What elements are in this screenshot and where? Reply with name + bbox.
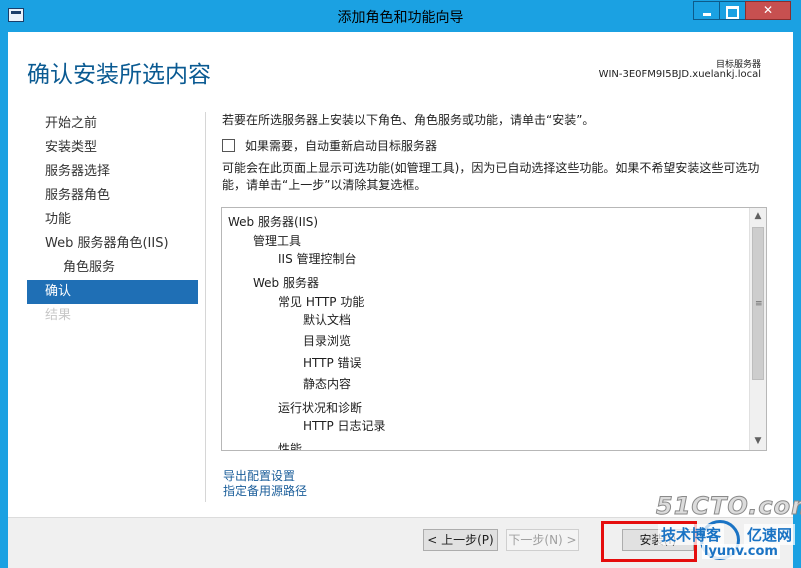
window-title: 添加角色和功能向导 — [337, 10, 464, 26]
tree-item: 静态内容 — [303, 377, 352, 391]
tree-item: 常见 HTTP 功能 — [278, 295, 365, 309]
watermark-brand: 51CTO.com — [655, 492, 801, 521]
listbox-scrollbar[interactable]: ▲ ≡ ▼ — [749, 208, 766, 450]
nav-item-web-server-role[interactable]: Web 服务器角色(IIS) — [27, 232, 198, 256]
scrollbar-thumb[interactable]: ≡ — [752, 227, 764, 380]
nav-item-server-roles[interactable]: 服务器角色 — [27, 184, 198, 208]
tree-item: HTTP 日志记录 — [303, 419, 386, 433]
close-icon: ✕ — [762, 3, 774, 17]
nav-item-confirmation[interactable]: 确认 — [27, 280, 198, 304]
optional-features-note: 可能会在此页面上显示可选功能(如管理工具)，因为已自动选择这些功能。如果不希望安… — [222, 161, 760, 192]
restart-option[interactable]: 如果需要，自动重新启动目标服务器 — [222, 137, 437, 154]
alternate-source-link[interactable]: 指定备用源路径 — [223, 482, 307, 499]
tree-item: 管理工具 — [253, 234, 302, 248]
maximize-button[interactable] — [719, 1, 746, 20]
minimize-button[interactable] — [693, 1, 720, 20]
restart-checkbox-label[interactable]: 如果需要，自动重新启动目标服务器 — [245, 137, 437, 154]
nav-item-results: 结果 — [45, 308, 72, 323]
scroll-up-icon[interactable]: ▲ — [750, 208, 766, 225]
next-button: 下一步(N) > — [506, 529, 579, 551]
title-bar: 添加角色和功能向导 ✕ — [0, 0, 801, 32]
close-button[interactable]: ✕ — [745, 1, 791, 20]
wizard-nav: 开始之前 安装类型 服务器选择 服务器角色 功能 Web 服务器角色(IIS) … — [27, 112, 198, 328]
grip-icon: ≡ — [755, 299, 763, 309]
maximize-icon — [720, 3, 745, 19]
nav-item-before-you-begin[interactable]: 开始之前 — [27, 112, 198, 136]
nav-item-role-services[interactable]: 角色服务 — [27, 256, 198, 280]
tree-item: HTTP 错误 — [303, 356, 362, 370]
selection-listbox[interactable]: Web 服务器(IIS) 管理工具 IIS 管理控制台 Web 服务器 常见 H… — [221, 207, 767, 451]
tree-item: IIS 管理控制台 — [278, 252, 357, 266]
tree-item: 性能 — [278, 442, 303, 450]
nav-item-features[interactable]: 功能 — [27, 208, 198, 232]
restart-checkbox[interactable] — [222, 139, 235, 152]
window-frame-left — [0, 32, 8, 568]
target-server-name: WIN-3E0FM9I5BJD.xuelankj.local — [598, 69, 761, 80]
intro-text: 若要在所选服务器上安装以下角色、角色服务或功能，请单击“安装”。 — [222, 113, 595, 127]
scroll-down-icon[interactable]: ▼ — [750, 433, 766, 450]
minimize-icon — [694, 3, 719, 16]
tree-item: Web 服务器 — [253, 276, 319, 290]
selection-tree: Web 服务器(IIS) 管理工具 IIS 管理控制台 Web 服务器 常见 H… — [222, 208, 749, 450]
nav-item-installation-type[interactable]: 安装类型 — [27, 136, 198, 160]
page-title: 确认安装所选内容 — [27, 62, 211, 88]
nav-divider — [205, 112, 206, 502]
previous-button[interactable]: < 上一步(P) — [423, 529, 498, 551]
tree-item: Web 服务器(IIS) — [228, 215, 319, 229]
watermark: 51CTO.com 技术博客 亿速网 lyunv.com — [648, 492, 801, 568]
window-frame-right — [793, 32, 801, 568]
tree-item: 运行状况和诊断 — [278, 401, 363, 415]
watermark-tagline: 技术博客 — [658, 524, 725, 545]
tree-item: 默认文档 — [303, 313, 352, 327]
watermark-site-suffix: 亿速网 — [744, 524, 796, 545]
nav-item-server-selection[interactable]: 服务器选择 — [27, 160, 198, 184]
tree-item: 目录浏览 — [303, 334, 352, 348]
watermark-url: lyunv.com — [702, 544, 780, 559]
